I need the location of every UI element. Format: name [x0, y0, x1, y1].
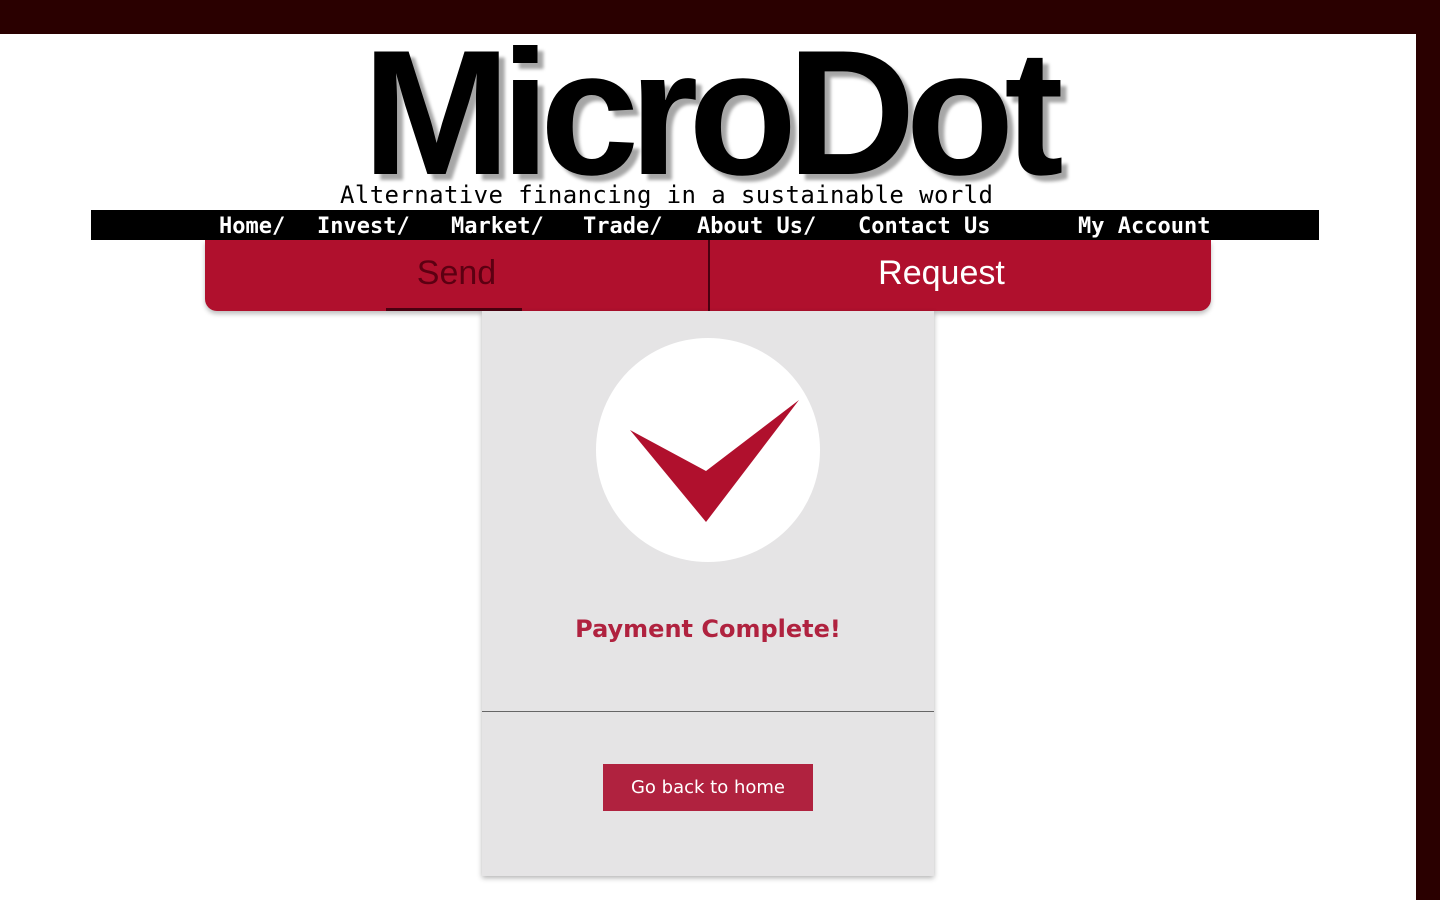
nav-contact-us[interactable]: Contact Us: [858, 210, 990, 244]
payment-tabs: Send Request: [205, 240, 1211, 311]
tab-request[interactable]: Request: [709, 240, 1174, 311]
site-logo[interactable]: MicroDot: [0, 34, 1416, 202]
payment-status-message: Payment Complete!: [575, 615, 841, 643]
tab-send[interactable]: Send: [205, 240, 708, 311]
nav-about-us[interactable]: About Us/: [697, 210, 816, 244]
main-nav: Home/ Invest/ Market/ Trade/ About Us/ C…: [91, 210, 1319, 240]
site-tagline: Alternative financing in a sustainable w…: [340, 181, 994, 209]
nav-invest[interactable]: Invest/: [317, 210, 410, 244]
go-back-home-button[interactable]: Go back to home: [603, 764, 813, 811]
nav-market[interactable]: Market/: [451, 210, 544, 244]
card-divider: [482, 711, 934, 712]
page: MicroDot Alternative financing in a sust…: [0, 34, 1416, 900]
nav-home[interactable]: Home/: [219, 210, 285, 244]
nav-trade[interactable]: Trade/: [583, 210, 662, 244]
checkmark-icon: [630, 400, 799, 522]
nav-my-account[interactable]: My Account: [1078, 210, 1210, 244]
payment-result-card: Payment Complete! Go back to home: [482, 311, 934, 876]
success-badge: [596, 338, 820, 562]
